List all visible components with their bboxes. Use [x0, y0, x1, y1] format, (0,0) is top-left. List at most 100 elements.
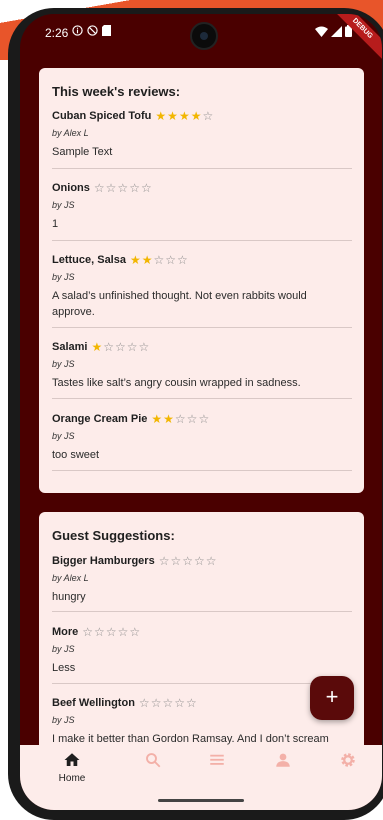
star-empty-icon: ☆ — [162, 696, 174, 710]
app-screen: 2:26 DEBUG This week's reviews: Cuban Sp… — [20, 14, 382, 810]
nav-item-list[interactable] — [187, 751, 247, 769]
camera-lens — [200, 32, 208, 40]
star-empty-icon: ☆ — [174, 696, 185, 710]
suggestion-item: Beef Wellington ☆ ☆ ☆ ☆ ☆ by JS I make it be… — [52, 697, 352, 747]
status-right — [315, 25, 352, 41]
star-empty-icon: ☆ — [105, 625, 117, 639]
star-filled-icon: ★ — [155, 109, 167, 123]
star-filled-icon: ★ — [141, 253, 153, 267]
search-icon — [123, 751, 183, 769]
star-empty-icon: ☆ — [205, 554, 217, 568]
home-indicator[interactable] — [158, 799, 244, 802]
nav-item-search[interactable] — [123, 751, 183, 769]
divider — [52, 327, 352, 328]
review-text: Sample Text — [52, 146, 113, 158]
review-text: 1 — [52, 218, 59, 230]
divider — [52, 168, 352, 169]
review-author: by Alex L — [52, 128, 89, 138]
star-empty-icon: ☆ — [174, 412, 186, 426]
star-empty-icon: ☆ — [117, 181, 129, 195]
suggestion-item: More ☆ ☆ ☆ ☆ ☆ by JS Less — [52, 626, 352, 676]
star-empty-icon: ☆ — [177, 253, 188, 267]
star-filled-icon: ★ — [129, 253, 141, 267]
nav-item-home[interactable]: Home — [42, 751, 102, 784]
star-empty-icon: ☆ — [126, 340, 138, 354]
card-title: This week's reviews: — [52, 84, 181, 99]
star-empty-icon: ☆ — [138, 340, 150, 354]
review-item: Orange Cream Pie ★ ★ ☆ ☆ ☆ by JS too sweet — [52, 413, 352, 463]
add-button[interactable]: + — [310, 676, 354, 720]
guest-suggestions-card: Guest Suggestions: Bigger Hamburgers ☆ ☆ ☆… — [39, 512, 364, 772]
review-dish-name: Cuban Spiced Tofu — [52, 110, 152, 122]
review-author: by JS — [52, 200, 75, 210]
suggestion-item: Bigger Hamburgers ☆ ☆ ☆ ☆ ☆ by Alex L hungry — [52, 555, 352, 605]
list-icon — [187, 751, 247, 769]
review-dish-name: Lettuce, Salsa — [52, 254, 126, 266]
star-empty-icon: ☆ — [103, 340, 114, 354]
nav-item-profile[interactable] — [253, 751, 313, 769]
star-empty-icon: ☆ — [198, 412, 210, 426]
divider — [52, 240, 352, 241]
divider — [52, 470, 352, 471]
weekly-reviews-card: This week's reviews: Cuban Spiced Tofu ★… — [39, 68, 364, 493]
review-author: by JS — [52, 272, 75, 282]
star-empty-icon: ☆ — [165, 253, 177, 267]
suggestion-author: by JS — [52, 644, 75, 654]
review-text: A salad’s unfinished thought. Not even r… — [52, 290, 307, 318]
status-time: 2:26 — [45, 25, 69, 40]
suggestion-dish-name: Beef Wellington — [52, 697, 135, 709]
star-filled-icon: ★ — [178, 109, 190, 123]
review-author: by JS — [52, 359, 75, 369]
star-empty-icon: ☆ — [129, 625, 141, 639]
star-empty-icon: ☆ — [105, 181, 117, 195]
person-icon — [253, 751, 313, 769]
do-not-disturb-icon — [87, 25, 99, 40]
review-dish-name: Salami — [52, 341, 88, 353]
star-empty-icon: ☆ — [117, 625, 129, 639]
star-filled-icon: ★ — [167, 109, 178, 123]
star-empty-icon: ☆ — [186, 412, 198, 426]
info-icon — [72, 25, 84, 40]
card-title: Guest Suggestions: — [52, 528, 175, 543]
star-filled-icon: ★ — [190, 109, 202, 123]
wifi-icon — [315, 26, 328, 41]
suggestion-text: Less — [52, 662, 76, 674]
nav-item-settings[interactable] — [318, 751, 378, 769]
suggestion-author: by JS — [52, 715, 75, 725]
suggestion-text: hungry — [52, 591, 86, 603]
star-empty-icon: ☆ — [185, 696, 197, 710]
nav-label-home: Home — [58, 773, 86, 784]
review-item: Onions ☆ ☆ ☆ ☆ ☆ by JS 1 — [52, 182, 352, 232]
star-empty-icon: ☆ — [138, 696, 150, 710]
suggestion-author: by Alex L — [52, 573, 89, 583]
review-dish-name: Orange Cream Pie — [52, 413, 148, 425]
divider — [52, 611, 352, 612]
star-empty-icon: ☆ — [140, 181, 152, 195]
star-empty-icon: ☆ — [129, 181, 140, 195]
star-rating: ★ ★ ★ ★ ☆ — [155, 110, 213, 122]
star-filled-icon: ★ — [151, 412, 163, 426]
star-rating: ★ ★ ☆ ☆ ☆ — [151, 413, 209, 425]
star-rating: ★ ★ ☆ ☆ ☆ — [130, 254, 188, 266]
status-left: 2:26 — [45, 25, 112, 40]
star-rating: ☆ ☆ ☆ ☆ ☆ — [82, 626, 140, 638]
star-empty-icon: ☆ — [82, 625, 94, 639]
review-dish-name: Onions — [52, 182, 90, 194]
star-empty-icon: ☆ — [170, 554, 182, 568]
star-filled-icon: ★ — [91, 340, 103, 354]
review-item: Salami ★ ☆ ☆ ☆ ☆ by JS Tastes like salt’s an… — [52, 341, 352, 391]
star-empty-icon: ☆ — [182, 554, 193, 568]
star-empty-icon: ☆ — [93, 181, 105, 195]
review-author: by JS — [52, 431, 75, 441]
front-camera — [190, 22, 218, 50]
star-empty-icon: ☆ — [194, 554, 205, 568]
home-icon — [42, 751, 102, 769]
star-empty-icon: ☆ — [94, 625, 105, 639]
sd-card-icon — [102, 25, 112, 40]
divider — [52, 683, 352, 684]
star-filled-icon: ★ — [163, 412, 174, 426]
review-item: Cuban Spiced Tofu ★ ★ ★ ★ ☆ by Alex L Sample… — [52, 110, 352, 160]
star-rating: ☆ ☆ ☆ ☆ ☆ — [159, 555, 217, 567]
divider — [52, 398, 352, 399]
star-empty-icon: ☆ — [115, 340, 126, 354]
